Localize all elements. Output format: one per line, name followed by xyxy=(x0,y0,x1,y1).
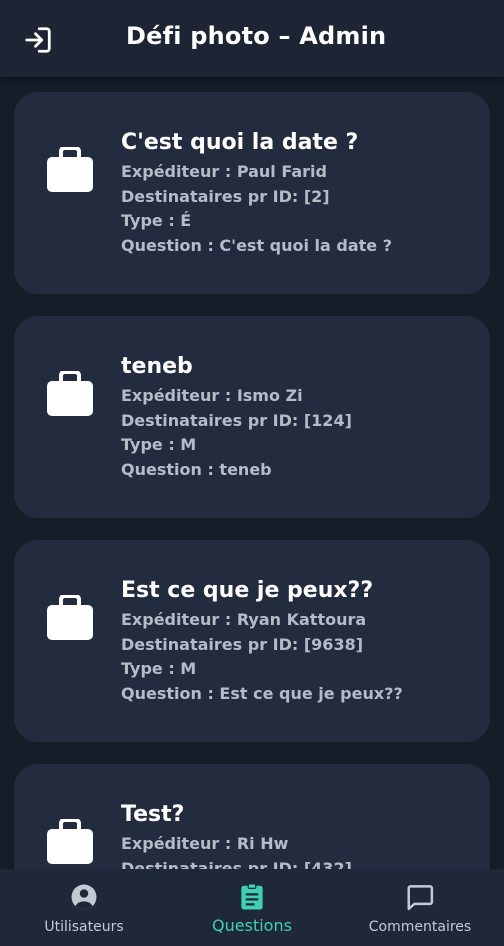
nav-label-utilisateurs: Utilisateurs xyxy=(44,919,124,935)
briefcase-icon xyxy=(47,595,93,640)
question-body: Question : teneb xyxy=(121,459,272,479)
logout-icon xyxy=(25,27,51,53)
nav-item-utilisateurs[interactable]: Utilisateurs xyxy=(0,869,168,946)
question-type: Type : É xyxy=(121,211,192,230)
question-recipients: Destinataires pr ID: [124] xyxy=(121,410,352,430)
question-title: Est ce que je peux?? xyxy=(121,578,374,603)
app-screen: Défi photo – Admin C'est quoi la date ? … xyxy=(0,0,504,946)
briefcase-icon xyxy=(47,371,93,416)
assignment-icon xyxy=(241,883,263,910)
question-type: Type : M xyxy=(121,659,197,678)
question-card[interactable]: Est ce que je peux?? Expéditeur : Ryan K… xyxy=(14,540,490,742)
question-type: Type : M xyxy=(121,435,197,454)
nav-item-questions[interactable]: Questions xyxy=(168,869,336,946)
question-card-text: Test? Expéditeur : Ri Hw Destinataires p… xyxy=(121,800,481,869)
nav-item-commentaires[interactable]: Commentaires xyxy=(336,869,504,946)
nav-label-questions: Questions xyxy=(212,916,292,935)
question-recipients: Destinataires pr ID: [9638] xyxy=(121,634,364,654)
question-body: Question : Est ce que je peux?? xyxy=(121,683,403,703)
question-title: teneb xyxy=(121,354,193,379)
question-sender: Expéditeur : Ri Hw xyxy=(121,834,289,853)
question-card[interactable]: teneb Expéditeur : Ismo Zi Destinataires… xyxy=(14,316,490,518)
question-list[interactable]: C'est quoi la date ? Expéditeur : Paul F… xyxy=(0,77,504,869)
question-title: C'est quoi la date ? xyxy=(121,130,359,155)
question-card-text: C'est quoi la date ? Expéditeur : Paul F… xyxy=(121,128,481,258)
question-sender: Expéditeur : Paul Farid xyxy=(121,162,327,181)
app-bar: Défi photo – Admin xyxy=(0,0,504,77)
page-title: Défi photo – Admin xyxy=(126,22,387,50)
question-sender: Expéditeur : Ryan Kattoura xyxy=(121,610,367,629)
question-card-text: Est ce que je peux?? Expéditeur : Ryan K… xyxy=(121,576,481,706)
question-recipients: Destinataires pr ID: [432] xyxy=(121,858,352,870)
logout-button[interactable] xyxy=(20,22,56,58)
question-card[interactable]: Test? Expéditeur : Ri Hw Destinataires p… xyxy=(14,764,490,869)
chat-bubble-icon xyxy=(407,885,434,911)
briefcase-icon xyxy=(47,147,93,192)
nav-label-commentaires: Commentaires xyxy=(368,919,472,935)
question-recipients: Destinataires pr ID: [2] xyxy=(121,186,330,206)
question-card-text: teneb Expéditeur : Ismo Zi Destinataires… xyxy=(121,352,481,482)
briefcase-icon xyxy=(47,819,93,864)
account-circle-icon xyxy=(71,884,97,910)
question-card[interactable]: C'est quoi la date ? Expéditeur : Paul F… xyxy=(14,92,490,294)
question-title: Test? xyxy=(121,802,185,827)
bottom-navigation: Utilisateurs Questions Commentaires xyxy=(0,869,504,946)
question-body: Question : C'est quoi la date ? xyxy=(121,235,392,255)
question-sender: Expéditeur : Ismo Zi xyxy=(121,386,303,405)
